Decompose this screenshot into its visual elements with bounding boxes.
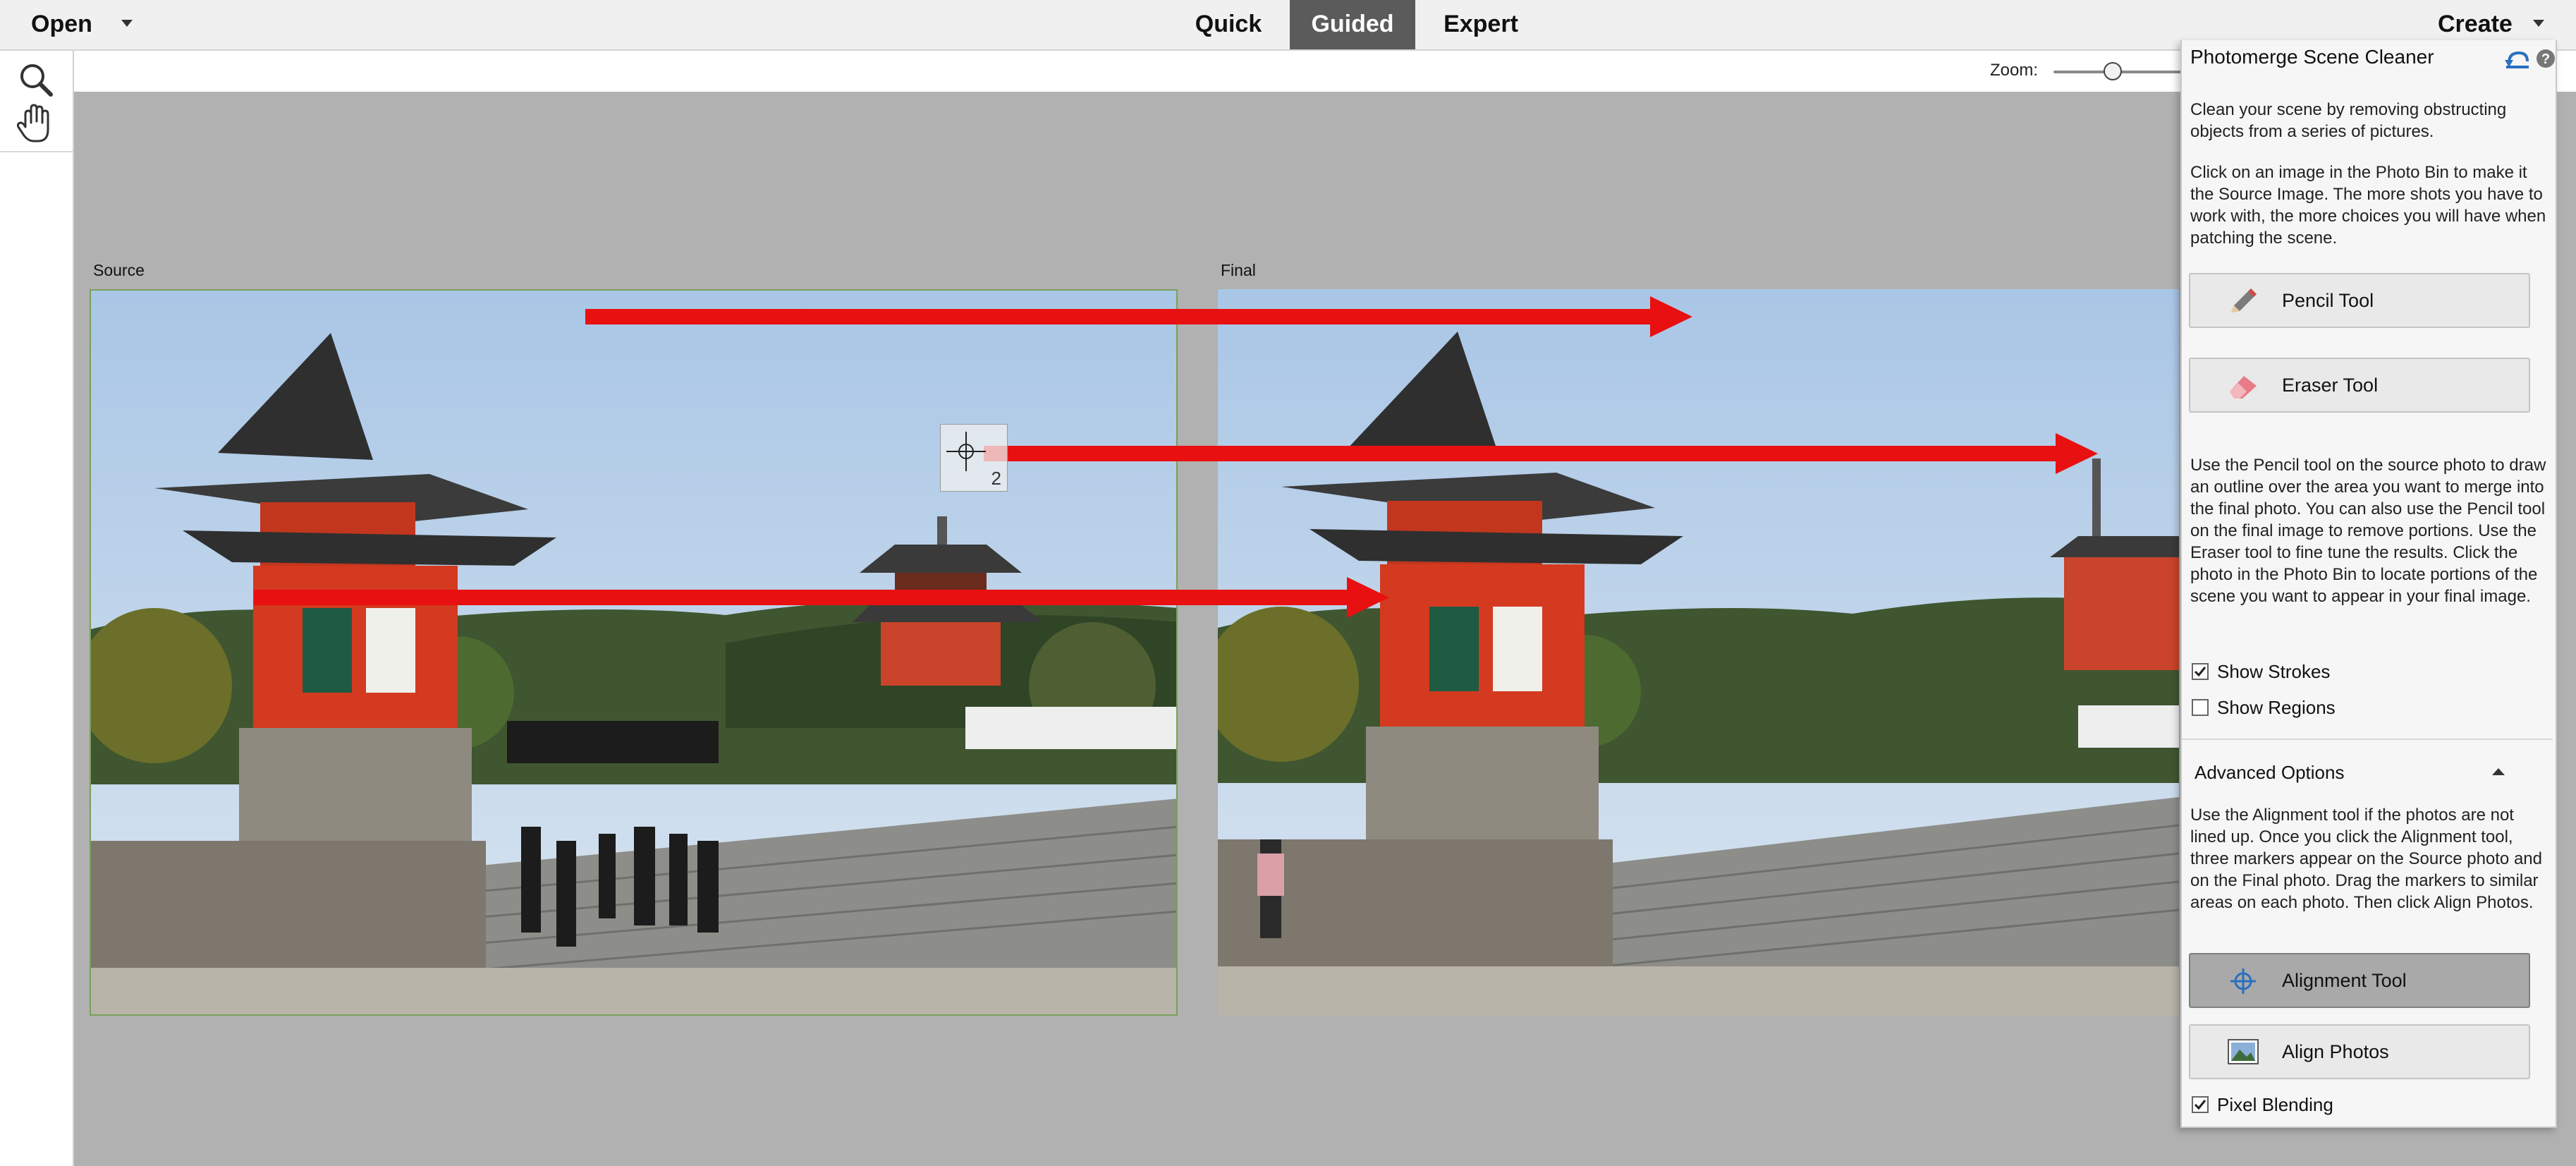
- zoom-label: Zoom:: [1990, 61, 2039, 80]
- open-dropdown-icon[interactable]: [121, 20, 133, 27]
- pencil-icon: [2231, 289, 2257, 312]
- intro-text-1: Clean your scene by removing obstructing…: [2190, 100, 2507, 141]
- reset-icon[interactable]: [2503, 47, 2532, 70]
- help-icon[interactable]: ?: [2536, 49, 2556, 68]
- alignment-marker[interactable]: 2: [940, 424, 1008, 492]
- panel-divider: [2182, 739, 2553, 740]
- eraser-icon: [2230, 376, 2257, 399]
- intro-text-2: Click on an image in the Photo Bin to ma…: [2190, 163, 2546, 248]
- tab-guided[interactable]: Guided: [1290, 0, 1415, 49]
- advanced-options-header[interactable]: Advanced Options: [2195, 762, 2344, 784]
- checkmark-icon: [2194, 1100, 2206, 1110]
- advanced-text: Use the Alignment tool if the photos are…: [2190, 806, 2542, 912]
- open-button[interactable]: Open: [31, 8, 92, 40]
- alignment-crosshair-icon: [2230, 968, 2256, 994]
- show-strokes-checkbox[interactable]: [2192, 663, 2209, 680]
- alignment-tool-button[interactable]: Alignment Tool: [2189, 953, 2530, 1008]
- pixel-blending-checkbox[interactable]: [2192, 1096, 2209, 1113]
- pencil-tool-label: Pencil Tool: [2282, 290, 2374, 311]
- panel-title: Photomerge Scene Cleaner: [2190, 46, 2434, 68]
- align-photos-button[interactable]: Align Photos: [2189, 1024, 2530, 1079]
- collapse-arrow-icon[interactable]: [2492, 768, 2505, 775]
- final-photo[interactable]: [1218, 289, 2179, 1016]
- checkmark-icon: [2194, 667, 2206, 677]
- tool-divider: [0, 151, 73, 152]
- photomerge-panel: Photomerge Scene Cleaner ? Clean your sc…: [2180, 40, 2557, 1128]
- hand-icon[interactable]: [10, 97, 62, 150]
- eraser-tool-button[interactable]: Eraser Tool: [2189, 358, 2530, 413]
- source-photo-image: [91, 291, 1176, 1014]
- source-label: Source: [93, 261, 145, 279]
- tab-expert[interactable]: Expert: [1419, 0, 1543, 49]
- svg-text:?: ?: [2541, 51, 2550, 67]
- create-dropdown-icon[interactable]: [2533, 20, 2544, 27]
- create-button[interactable]: Create: [2438, 8, 2513, 40]
- final-label: Final: [1221, 261, 1256, 279]
- pixel-blending-label: Pixel Blending: [2217, 1094, 2333, 1115]
- tool-strip: [0, 51, 74, 1166]
- eraser-tool-label: Eraser Tool: [2282, 375, 2379, 396]
- alignment-tool-label: Alignment Tool: [2282, 970, 2407, 991]
- photos-icon: [2228, 1039, 2259, 1064]
- pencil-tool-button[interactable]: Pencil Tool: [2189, 273, 2530, 328]
- marker-number: 2: [991, 468, 1001, 489]
- final-photo-image: [1218, 289, 2179, 1016]
- tab-quick[interactable]: Quick: [1172, 0, 1285, 49]
- align-photos-label: Align Photos: [2282, 1041, 2389, 1062]
- show-regions-label: Show Regions: [2217, 697, 2336, 718]
- show-strokes-label: Show Strokes: [2217, 661, 2331, 682]
- instructions-text: Use the Pencil tool on the source photo …: [2190, 456, 2546, 606]
- show-regions-checkbox[interactable]: [2192, 699, 2209, 716]
- source-photo[interactable]: [90, 289, 1178, 1016]
- zoom-slider-thumb[interactable]: [2103, 62, 2122, 80]
